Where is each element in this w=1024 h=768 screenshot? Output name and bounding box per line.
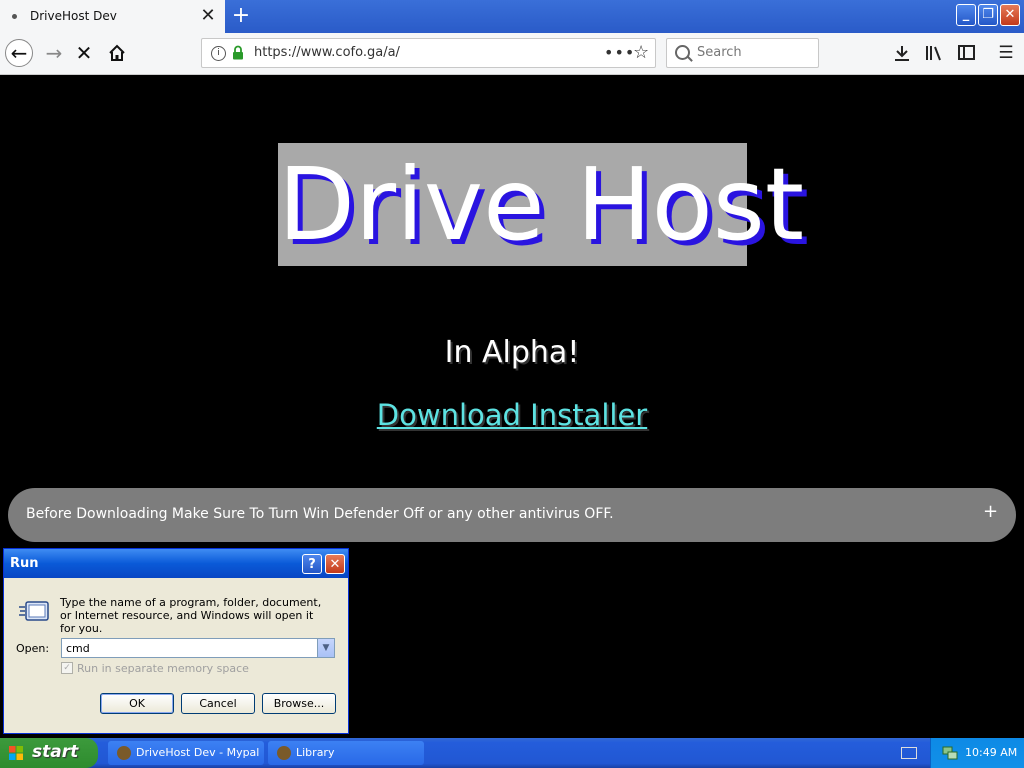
alpha-heading: In Alpha! (444, 335, 580, 370)
window-close-button[interactable]: ✕ (1000, 4, 1020, 26)
downloads-icon[interactable] (890, 41, 914, 65)
page-actions-icon[interactable]: ••• (604, 43, 635, 62)
system-tray: 10:49 AM (930, 738, 1024, 768)
run-dialog-title: Run (10, 556, 39, 571)
window-minimize-button[interactable]: _ (956, 4, 976, 26)
keyboard-icon[interactable] (901, 747, 917, 759)
run-description: Type the name of a program, folder, docu… (60, 596, 322, 635)
separate-memory-checkbox[interactable]: ✓ (61, 662, 73, 674)
notice-text: Before Downloading Make Sure To Turn Win… (26, 506, 614, 522)
url-bar[interactable]: i https://www.cofo.ga/a/ ••• ☆ (201, 38, 656, 68)
bookmark-star-icon[interactable]: ☆ (633, 42, 649, 63)
taskbar-item-label: Library (296, 746, 335, 759)
start-button[interactable]: start (0, 738, 98, 768)
download-installer-link[interactable]: Download Installer (0, 398, 1024, 432)
tab-strip: DriveHost Dev ✕ + _ ❐ ✕ (0, 0, 1024, 33)
library-app-icon (277, 746, 291, 760)
taskbar-item-library[interactable]: Library (268, 741, 424, 765)
open-input[interactable]: cmd (61, 638, 335, 658)
url-text[interactable]: https://www.cofo.ga/a/ (254, 45, 400, 60)
ok-button[interactable]: OK (100, 693, 174, 714)
site-logo: Drive Host (278, 143, 805, 266)
start-label: start (32, 742, 79, 762)
mypal-icon (117, 746, 131, 760)
taskbar-item-label: DriveHost Dev - Mypal (136, 746, 260, 759)
library-icon[interactable] (922, 41, 946, 65)
network-icon[interactable] (942, 746, 958, 760)
sidebar-icon[interactable] (954, 41, 978, 65)
lock-icon[interactable] (232, 45, 244, 60)
run-icon (19, 601, 49, 621)
taskbar-item-mypal[interactable]: DriveHost Dev - Mypal (108, 741, 264, 765)
info-icon[interactable]: i (211, 46, 226, 61)
open-label: Open: (16, 642, 50, 655)
home-button[interactable] (103, 39, 131, 67)
cancel-button[interactable]: Cancel (181, 693, 255, 714)
browser-tab[interactable]: DriveHost Dev ✕ (0, 0, 225, 33)
search-input[interactable]: Search (697, 45, 742, 60)
help-button[interactable]: ? (302, 554, 322, 574)
run-dialog-titlebar[interactable]: Run ? ✕ (4, 549, 348, 578)
run-close-button[interactable]: ✕ (325, 554, 345, 574)
clock: 10:49 AM (965, 746, 1018, 759)
home-icon (109, 44, 125, 61)
window-maximize-button[interactable]: ❐ (978, 4, 998, 26)
windows-logo-icon (9, 746, 23, 760)
separate-memory-label: Run in separate memory space (77, 662, 249, 675)
search-icon (675, 45, 690, 60)
forward-button[interactable]: → (40, 39, 68, 67)
tab-title: DriveHost Dev (30, 9, 117, 23)
stop-button[interactable]: ✕ (70, 39, 98, 67)
dropdown-arrow-icon[interactable]: ▼ (317, 639, 334, 657)
run-dialog: Run ? ✕ Type the name of a program, fold… (3, 548, 349, 734)
site-logo-text: Drive Host (278, 146, 805, 263)
favicon-icon (12, 14, 17, 19)
taskbar: start DriveHost Dev - Mypal Library 10:4… (0, 738, 1024, 768)
browse-button[interactable]: Browse... (262, 693, 336, 714)
tab-close-icon[interactable]: ✕ (199, 5, 217, 27)
expand-icon[interactable]: + (983, 501, 998, 522)
menu-icon[interactable]: ☰ (994, 41, 1018, 65)
new-tab-button[interactable]: + (230, 3, 252, 29)
nav-toolbar: ← → ✕ i https://www.cofo.ga/a/ ••• ☆ Sea… (0, 33, 1024, 75)
search-box[interactable]: Search (666, 38, 819, 68)
antivirus-notice[interactable]: Before Downloading Make Sure To Turn Win… (8, 488, 1016, 542)
back-button[interactable]: ← (5, 39, 33, 67)
